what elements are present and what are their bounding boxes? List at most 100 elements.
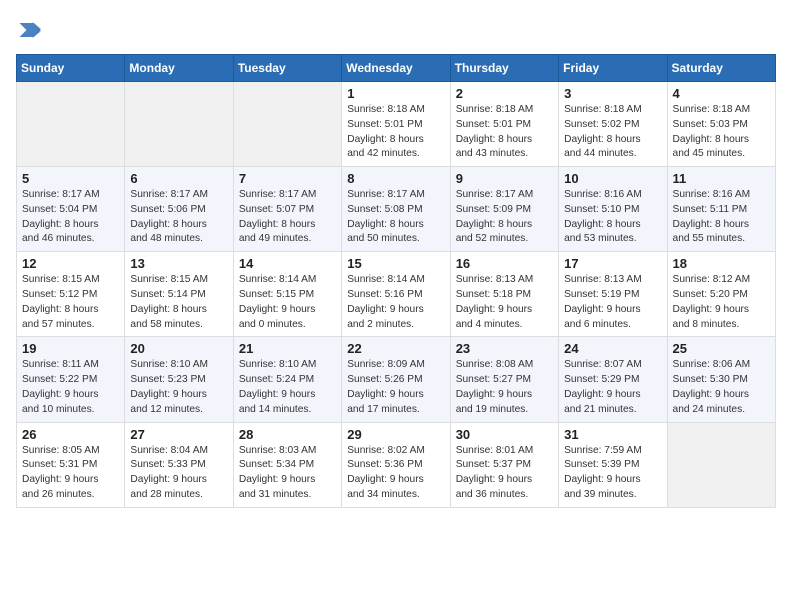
day-info: Sunrise: 8:12 AM Sunset: 5:20 PM Dayligh… (673, 273, 770, 332)
logo-icon (16, 16, 44, 44)
calendar-cell: 20 Sunrise: 8:10 AM Sunset: 5:23 PM Dayli… (125, 337, 233, 422)
calendar-cell: 21 Sunrise: 8:10 AM Sunset: 5:24 PM Dayli… (233, 337, 341, 422)
day-info: Sunrise: 8:15 AM Sunset: 5:14 PM Dayligh… (130, 273, 227, 332)
day-info: Sunrise: 8:17 AM Sunset: 5:06 PM Dayligh… (130, 188, 227, 247)
calendar-cell: 14 Sunrise: 8:14 AM Sunset: 5:15 PM Dayli… (233, 252, 341, 337)
day-number: 19 (22, 341, 119, 356)
page-header (16, 16, 776, 44)
day-info: Sunrise: 8:09 AM Sunset: 5:26 PM Dayligh… (347, 358, 444, 417)
calendar-cell: 9 Sunrise: 8:17 AM Sunset: 5:09 PM Daylig… (450, 167, 558, 252)
calendar-cell: 5Sunrise: 8:17 AM Sunset: 5:04 PM Daylig… (17, 167, 125, 252)
calendar-cell: 13 Sunrise: 8:15 AM Sunset: 5:14 PM Dayli… (125, 252, 233, 337)
day-info: Sunrise: 8:17 AM Sunset: 5:08 PM Dayligh… (347, 188, 444, 247)
calendar-cell: 12Sunrise: 8:15 AM Sunset: 5:12 PM Dayli… (17, 252, 125, 337)
day-number: 26 (22, 427, 119, 442)
day-info: Sunrise: 8:08 AM Sunset: 5:27 PM Dayligh… (456, 358, 553, 417)
day-info: Sunrise: 8:04 AM Sunset: 5:33 PM Dayligh… (130, 444, 227, 503)
calendar-cell: 31 Sunrise: 7:59 AM Sunset: 5:39 PM Dayli… (559, 422, 667, 507)
calendar-cell: 26 Sunrise: 8:05 AM Sunset: 5:31 PM Dayli… (17, 422, 125, 507)
day-info: Sunrise: 8:13 AM Sunset: 5:19 PM Dayligh… (564, 273, 661, 332)
day-number: 11 (673, 171, 770, 186)
calendar-cell: 10Sunrise: 8:16 AM Sunset: 5:10 PM Dayli… (559, 167, 667, 252)
day-number: 13 (130, 256, 227, 271)
day-info: Sunrise: 8:10 AM Sunset: 5:24 PM Dayligh… (239, 358, 336, 417)
calendar-header-friday: Friday (559, 55, 667, 82)
day-number: 15 (347, 256, 444, 271)
day-info: Sunrise: 8:11 AM Sunset: 5:22 PM Dayligh… (22, 358, 119, 417)
calendar-cell: 16 Sunrise: 8:13 AM Sunset: 5:18 PM Dayli… (450, 252, 558, 337)
calendar-cell: 1 Sunrise: 8:18 AM Sunset: 5:01 PM Daylig… (342, 82, 450, 167)
calendar-table: SundayMondayTuesdayWednesdayThursdayFrid… (16, 54, 776, 508)
day-info: Sunrise: 8:03 AM Sunset: 5:34 PM Dayligh… (239, 444, 336, 503)
calendar-cell: 29 Sunrise: 8:02 AM Sunset: 5:36 PM Dayli… (342, 422, 450, 507)
day-info: Sunrise: 8:13 AM Sunset: 5:18 PM Dayligh… (456, 273, 553, 332)
day-info: Sunrise: 8:18 AM Sunset: 5:01 PM Dayligh… (347, 103, 444, 162)
day-number: 1 (347, 86, 444, 101)
day-number: 9 (456, 171, 553, 186)
day-number: 23 (456, 341, 553, 356)
day-number: 16 (456, 256, 553, 271)
day-info: Sunrise: 8:15 AM Sunset: 5:12 PM Dayligh… (22, 273, 119, 332)
calendar-cell: 23 Sunrise: 8:08 AM Sunset: 5:27 PM Dayli… (450, 337, 558, 422)
day-number: 18 (673, 256, 770, 271)
calendar-cell: 8 Sunrise: 8:17 AM Sunset: 5:08 PM Daylig… (342, 167, 450, 252)
calendar-cell: 11 Sunrise: 8:16 AM Sunset: 5:11 PM Dayli… (667, 167, 775, 252)
day-number: 6 (130, 171, 227, 186)
calendar-cell: 19 Sunrise: 8:11 AM Sunset: 5:22 PM Dayli… (17, 337, 125, 422)
calendar-cell: 22 Sunrise: 8:09 AM Sunset: 5:26 PM Dayli… (342, 337, 450, 422)
calendar-cell: 15 Sunrise: 8:14 AM Sunset: 5:16 PM Dayli… (342, 252, 450, 337)
day-number: 20 (130, 341, 227, 356)
day-number: 24 (564, 341, 661, 356)
day-info: Sunrise: 7:59 AM Sunset: 5:39 PM Dayligh… (564, 444, 661, 503)
calendar-header-row: SundayMondayTuesdayWednesdayThursdayFrid… (17, 55, 776, 82)
calendar-header-tuesday: Tuesday (233, 55, 341, 82)
day-info: Sunrise: 8:18 AM Sunset: 5:01 PM Dayligh… (456, 103, 553, 162)
calendar-cell: 28 Sunrise: 8:03 AM Sunset: 5:34 PM Dayli… (233, 422, 341, 507)
calendar-cell (667, 422, 775, 507)
calendar-header-sunday: Sunday (17, 55, 125, 82)
day-number: 31 (564, 427, 661, 442)
day-info: Sunrise: 8:18 AM Sunset: 5:03 PM Dayligh… (673, 103, 770, 162)
calendar-cell: 3 Sunrise: 8:18 AM Sunset: 5:02 PM Daylig… (559, 82, 667, 167)
day-number: 3 (564, 86, 661, 101)
day-info: Sunrise: 8:05 AM Sunset: 5:31 PM Dayligh… (22, 444, 119, 503)
calendar-header-thursday: Thursday (450, 55, 558, 82)
day-number: 7 (239, 171, 336, 186)
calendar-cell: 30 Sunrise: 8:01 AM Sunset: 5:37 PM Dayli… (450, 422, 558, 507)
day-info: Sunrise: 8:14 AM Sunset: 5:16 PM Dayligh… (347, 273, 444, 332)
calendar-header-wednesday: Wednesday (342, 55, 450, 82)
day-number: 8 (347, 171, 444, 186)
day-number: 28 (239, 427, 336, 442)
day-number: 17 (564, 256, 661, 271)
calendar-cell (125, 82, 233, 167)
calendar-week-row: 12Sunrise: 8:15 AM Sunset: 5:12 PM Dayli… (17, 252, 776, 337)
day-number: 22 (347, 341, 444, 356)
calendar-cell: 6 Sunrise: 8:17 AM Sunset: 5:06 PM Daylig… (125, 167, 233, 252)
calendar-cell (233, 82, 341, 167)
day-number: 2 (456, 86, 553, 101)
day-number: 14 (239, 256, 336, 271)
day-info: Sunrise: 8:10 AM Sunset: 5:23 PM Dayligh… (130, 358, 227, 417)
day-info: Sunrise: 8:17 AM Sunset: 5:07 PM Dayligh… (239, 188, 336, 247)
day-number: 29 (347, 427, 444, 442)
day-number: 27 (130, 427, 227, 442)
calendar-week-row: 5Sunrise: 8:17 AM Sunset: 5:04 PM Daylig… (17, 167, 776, 252)
day-number: 30 (456, 427, 553, 442)
day-info: Sunrise: 8:01 AM Sunset: 5:37 PM Dayligh… (456, 444, 553, 503)
day-info: Sunrise: 8:16 AM Sunset: 5:10 PM Dayligh… (564, 188, 661, 247)
day-number: 21 (239, 341, 336, 356)
day-info: Sunrise: 8:18 AM Sunset: 5:02 PM Dayligh… (564, 103, 661, 162)
day-info: Sunrise: 8:14 AM Sunset: 5:15 PM Dayligh… (239, 273, 336, 332)
day-info: Sunrise: 8:07 AM Sunset: 5:29 PM Dayligh… (564, 358, 661, 417)
calendar-cell: 24 Sunrise: 8:07 AM Sunset: 5:29 PM Dayli… (559, 337, 667, 422)
day-info: Sunrise: 8:02 AM Sunset: 5:36 PM Dayligh… (347, 444, 444, 503)
day-number: 5 (22, 171, 119, 186)
calendar-cell: 4Sunrise: 8:18 AM Sunset: 5:03 PM Daylig… (667, 82, 775, 167)
calendar-cell (17, 82, 125, 167)
calendar-week-row: 26 Sunrise: 8:05 AM Sunset: 5:31 PM Dayli… (17, 422, 776, 507)
calendar-cell: 2 Sunrise: 8:18 AM Sunset: 5:01 PM Daylig… (450, 82, 558, 167)
logo (16, 16, 48, 44)
day-info: Sunrise: 8:17 AM Sunset: 5:09 PM Dayligh… (456, 188, 553, 247)
calendar-header-monday: Monday (125, 55, 233, 82)
day-info: Sunrise: 8:16 AM Sunset: 5:11 PM Dayligh… (673, 188, 770, 247)
